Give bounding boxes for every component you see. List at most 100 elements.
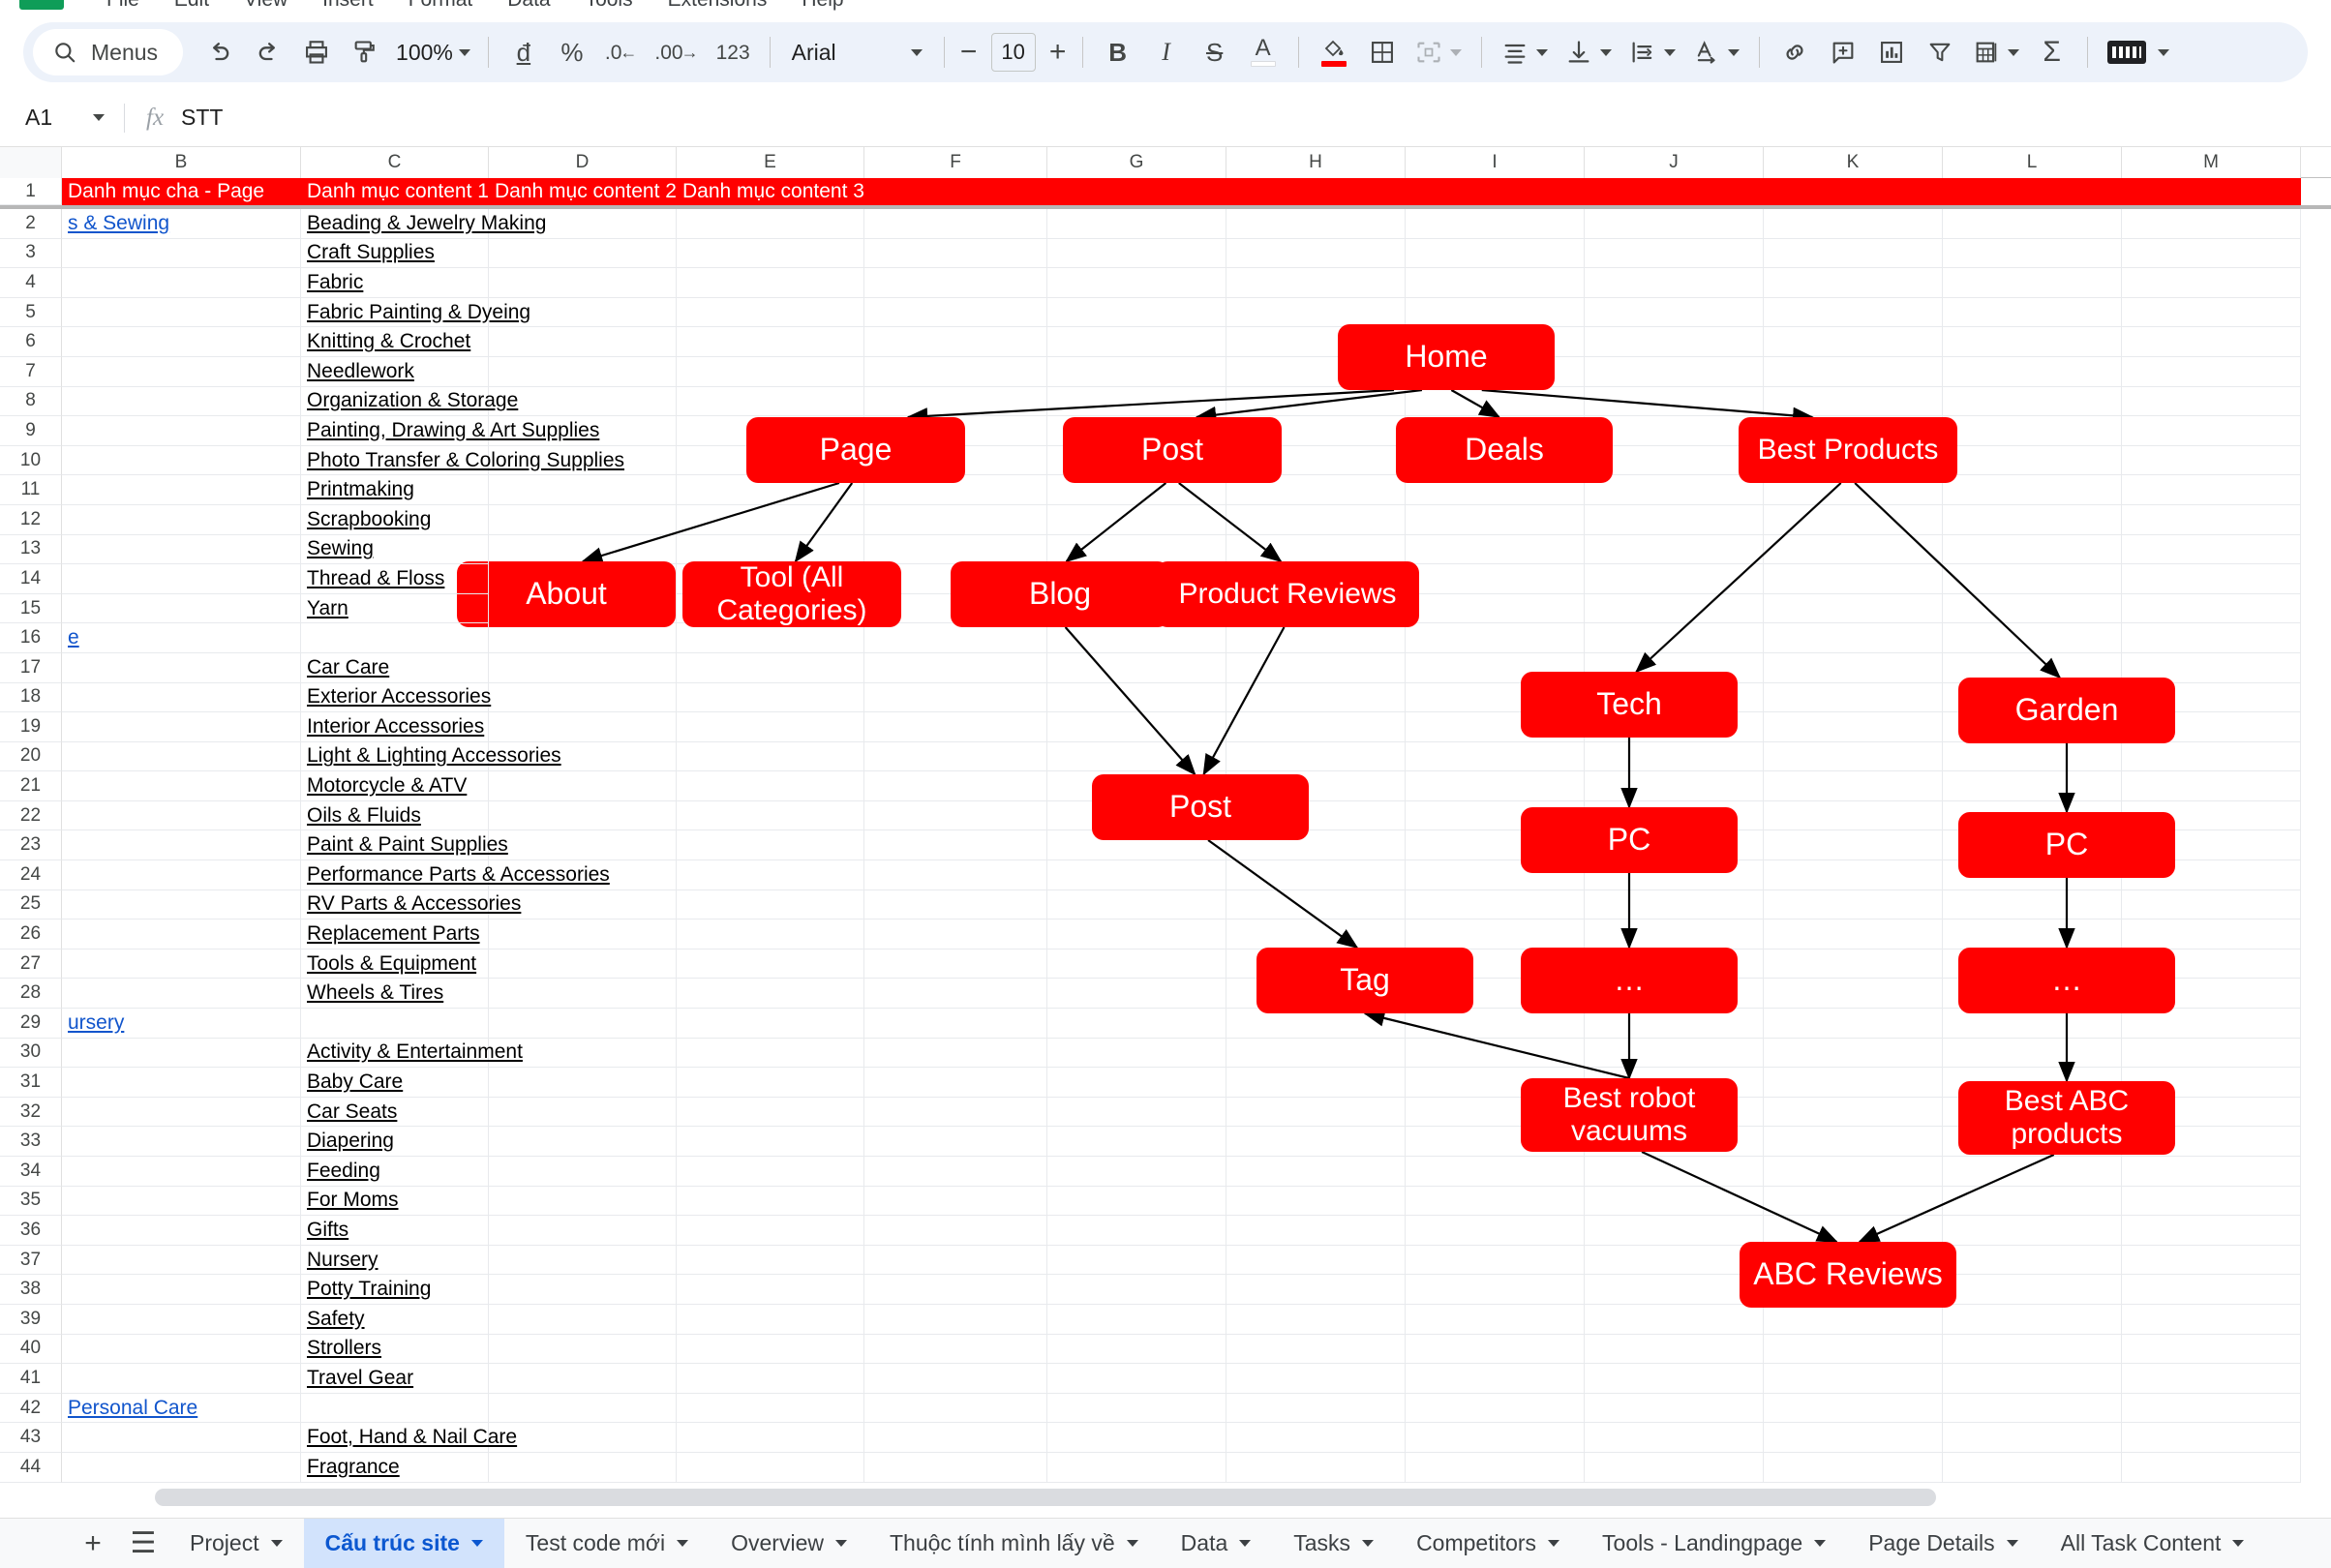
cell-col-j[interactable] bbox=[1585, 1304, 1764, 1335]
cell-col-f[interactable] bbox=[864, 623, 1047, 653]
cell-col-k[interactable] bbox=[1764, 979, 1943, 1010]
menus-search-button[interactable]: Menus bbox=[33, 29, 184, 75]
cell-col-c[interactable]: Fabric Painting & Dyeing bbox=[301, 297, 530, 328]
cell-col-m[interactable] bbox=[2122, 1423, 2301, 1453]
cell-col-b[interactable] bbox=[62, 327, 301, 357]
cell-col-j[interactable] bbox=[1585, 1423, 1764, 1453]
text-rotation-button[interactable] bbox=[1685, 29, 1747, 75]
cell-col-k[interactable] bbox=[1764, 1038, 1943, 1069]
cell-col-h[interactable] bbox=[1226, 1304, 1406, 1335]
cell-col-e[interactable] bbox=[677, 800, 864, 831]
row-header[interactable]: 42 bbox=[0, 1393, 62, 1424]
cell-col-m[interactable] bbox=[2122, 327, 2301, 357]
cell-col-m[interactable] bbox=[2122, 297, 2301, 328]
cell-col-f[interactable] bbox=[864, 327, 1047, 357]
cell-col-c[interactable]: Organization & Storage bbox=[301, 386, 518, 417]
cell-col-c[interactable]: Beading & Jewelry Making bbox=[301, 209, 546, 239]
row-header[interactable]: 6 bbox=[0, 327, 62, 357]
cell-col-i[interactable] bbox=[1406, 1393, 1585, 1424]
undo-button[interactable] bbox=[197, 29, 243, 75]
cell-col-b[interactable]: s & Sewing bbox=[62, 209, 301, 239]
cell-col-e[interactable] bbox=[677, 1393, 864, 1424]
cell-col-h[interactable] bbox=[1226, 209, 1406, 239]
column-header-h[interactable]: H bbox=[1226, 147, 1406, 178]
cell-col-e[interactable] bbox=[677, 652, 864, 683]
cell-col-h[interactable] bbox=[1226, 1393, 1406, 1424]
column-header-b[interactable]: B bbox=[62, 147, 301, 178]
cell-col-g[interactable] bbox=[1047, 1245, 1226, 1276]
row-header[interactable]: 20 bbox=[0, 741, 62, 772]
row-header[interactable]: 7 bbox=[0, 356, 62, 387]
cell-col-j[interactable] bbox=[1585, 771, 1764, 801]
cell-col-j[interactable] bbox=[1585, 1364, 1764, 1394]
cell-col-k[interactable] bbox=[1764, 593, 1943, 624]
cell-col-e[interactable] bbox=[677, 1364, 864, 1394]
cell-col-l[interactable] bbox=[1943, 623, 2122, 653]
cell-col-d[interactable] bbox=[489, 1334, 677, 1365]
chevron-down-icon[interactable] bbox=[1362, 1540, 1375, 1547]
font-size-stepper[interactable]: − 10 + bbox=[956, 33, 1071, 72]
cell-col-f[interactable] bbox=[864, 1127, 1047, 1157]
cell-col-m[interactable] bbox=[2122, 920, 2301, 950]
cell-col-d[interactable] bbox=[489, 1216, 677, 1246]
column-header-c[interactable]: C bbox=[301, 147, 489, 178]
cell-col-e[interactable] bbox=[677, 741, 864, 772]
cell-col-c[interactable]: Light & Lighting Accessories bbox=[301, 741, 561, 772]
cell-col-b[interactable] bbox=[62, 800, 301, 831]
cell-col-f[interactable] bbox=[864, 1186, 1047, 1217]
diagram-node-about[interactable]: About bbox=[457, 561, 676, 627]
cell-col-l[interactable] bbox=[1943, 268, 2122, 298]
cell-col-e[interactable] bbox=[677, 949, 864, 980]
column-header-m[interactable]: M bbox=[2122, 147, 2301, 178]
cell-col-d[interactable] bbox=[489, 1068, 677, 1098]
cell-col-h[interactable] bbox=[1226, 504, 1406, 535]
cell-col-i[interactable] bbox=[1406, 1275, 1585, 1305]
cell-col-b[interactable] bbox=[62, 534, 301, 565]
row-header[interactable]: 15 bbox=[0, 593, 62, 624]
cell-col-l[interactable] bbox=[1943, 1423, 2122, 1453]
cell-col-l[interactable] bbox=[1943, 1393, 2122, 1424]
sheet-tab-test-code-m-i[interactable]: Test code mới bbox=[504, 1519, 710, 1568]
row-header[interactable]: 18 bbox=[0, 682, 62, 713]
cell-col-g[interactable] bbox=[1047, 1364, 1226, 1394]
cell-col-h[interactable] bbox=[1226, 623, 1406, 653]
cell-col-k[interactable] bbox=[1764, 209, 1943, 239]
row-header[interactable]: 34 bbox=[0, 1157, 62, 1187]
merge-cells-button[interactable] bbox=[1408, 29, 1469, 75]
cell-col-f[interactable] bbox=[864, 1423, 1047, 1453]
cell-col-e[interactable] bbox=[677, 1245, 864, 1276]
cell-col-e[interactable] bbox=[677, 1157, 864, 1187]
cell-col-i[interactable] bbox=[1406, 1245, 1585, 1276]
cell-col-h[interactable] bbox=[1226, 712, 1406, 742]
cell-col-l[interactable] bbox=[1943, 356, 2122, 387]
cell-col-j[interactable] bbox=[1585, 504, 1764, 535]
cell-col-e[interactable] bbox=[677, 890, 864, 920]
cell-col-j[interactable] bbox=[1585, 741, 1764, 772]
header-cell-k[interactable] bbox=[1764, 178, 1943, 205]
cell-col-i[interactable] bbox=[1406, 771, 1585, 801]
cell-col-m[interactable] bbox=[2122, 1393, 2301, 1424]
cell-col-c[interactable]: Nursery bbox=[301, 1245, 489, 1276]
cell-col-c[interactable]: Fabric bbox=[301, 268, 489, 298]
row-header[interactable]: 32 bbox=[0, 1097, 62, 1128]
diagram-node-garden[interactable]: Garden bbox=[1958, 678, 2175, 743]
add-sheet-button[interactable]: + bbox=[68, 1519, 118, 1568]
cell-col-k[interactable] bbox=[1764, 682, 1943, 713]
cell-col-e[interactable] bbox=[677, 268, 864, 298]
chevron-down-icon[interactable] bbox=[2006, 1540, 2018, 1547]
cell-col-c[interactable]: Photo Transfer & Coloring Supplies bbox=[301, 445, 624, 476]
cell-col-d[interactable] bbox=[489, 830, 677, 861]
row-header[interactable]: 21 bbox=[0, 771, 62, 801]
cell-col-f[interactable] bbox=[864, 1097, 1047, 1128]
cell-col-b[interactable] bbox=[62, 860, 301, 890]
row-header[interactable]: 3 bbox=[0, 238, 62, 269]
row-header[interactable]: 38 bbox=[0, 1275, 62, 1305]
diagram-node-best-abc[interactable]: Best ABC products bbox=[1958, 1081, 2175, 1155]
font-size-input[interactable]: 10 bbox=[990, 33, 1036, 72]
cell-col-l[interactable] bbox=[1943, 1275, 2122, 1305]
cell-col-m[interactable] bbox=[2122, 1245, 2301, 1276]
functions-button[interactable] bbox=[1965, 29, 2027, 75]
cell-col-i[interactable] bbox=[1406, 1304, 1585, 1335]
row-header[interactable]: 11 bbox=[0, 475, 62, 505]
paint-format-button[interactable] bbox=[342, 29, 388, 75]
